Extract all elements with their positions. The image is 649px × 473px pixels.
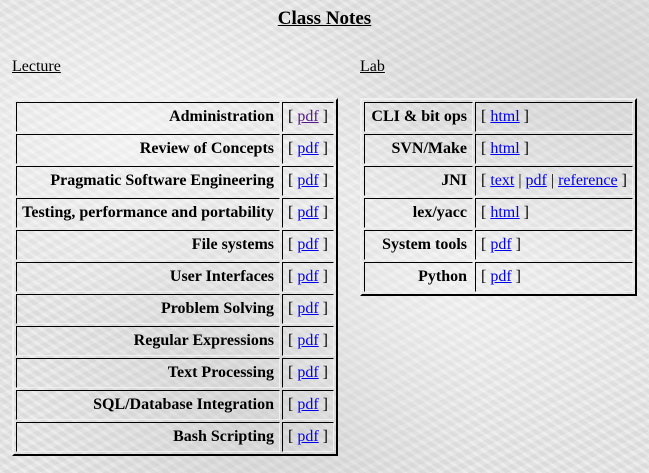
lab-topic-label: CLI & bit ops: [364, 102, 473, 132]
lecture-links-cell: [ pdf ]: [282, 230, 334, 260]
lab-topic-label: Python: [364, 262, 473, 292]
lab-links-cell: [ html ]: [475, 198, 633, 228]
lab-links-cell: [ pdf ]: [475, 230, 633, 260]
lab-row-cli-bit-ops: CLI & bit ops[ html ]: [364, 102, 633, 132]
lecture-row-review-of-concepts: Review of Concepts[ pdf ]: [16, 134, 334, 164]
pdf-link[interactable]: pdf: [297, 428, 318, 445]
lecture-topic-label: File systems: [16, 230, 280, 260]
lecture-row-bash-scripting: Bash Scripting[ pdf ]: [16, 422, 334, 452]
lecture-links-cell: [ pdf ]: [282, 102, 334, 132]
lecture-topic-label: Text Processing: [16, 358, 280, 388]
lecture-links-cell: [ pdf ]: [282, 390, 334, 420]
lecture-topic-label: Bash Scripting: [16, 422, 280, 452]
html-link[interactable]: html: [490, 204, 519, 221]
lecture-row-sql-database-integration: SQL/Database Integration[ pdf ]: [16, 390, 334, 420]
lecture-row-regular-expressions: Regular Expressions[ pdf ]: [16, 326, 334, 356]
lecture-row-pragmatic-software-engineering: Pragmatic Software Engineering[ pdf ]: [16, 166, 334, 196]
pdf-link[interactable]: pdf: [297, 332, 318, 349]
pdf-link[interactable]: pdf: [490, 236, 511, 253]
lab-topic-label: lex/yacc: [364, 198, 473, 228]
lecture-links-cell: [ pdf ]: [282, 422, 334, 452]
page-title: Class Notes: [277, 8, 372, 29]
lecture-topic-label: SQL/Database Integration: [16, 390, 280, 420]
lecture-links-cell: [ pdf ]: [282, 358, 334, 388]
lecture-row-file-systems: File systems[ pdf ]: [16, 230, 334, 260]
lecture-topic-label: Administration: [16, 102, 280, 132]
lecture-links-cell: [ pdf ]: [282, 166, 334, 196]
lecture-row-testing-performance-and-portability: Testing, performance and portability[ pd…: [16, 198, 334, 228]
pdf-link[interactable]: pdf: [297, 172, 318, 189]
lecture-links-cell: [ pdf ]: [282, 134, 334, 164]
html-link[interactable]: html: [490, 108, 519, 125]
reference-link[interactable]: reference: [558, 172, 618, 189]
pdf-link[interactable]: pdf: [297, 236, 318, 253]
lecture-topic-label: Regular Expressions: [16, 326, 280, 356]
lab-row-lex-yacc: lex/yacc[ html ]: [364, 198, 633, 228]
lecture-row-text-processing: Text Processing[ pdf ]: [16, 358, 334, 388]
pdf-link[interactable]: pdf: [297, 364, 318, 381]
lecture-row-user-interfaces: User Interfaces[ pdf ]: [16, 262, 334, 292]
lecture-topic-label: Testing, performance and portability: [16, 198, 280, 228]
lecture-links-cell: [ pdf ]: [282, 294, 334, 324]
lecture-table: Administration[ pdf ] Review of Concepts[…: [12, 98, 338, 456]
lecture-heading-link[interactable]: Lecture: [12, 58, 61, 76]
lab-links-cell: [ pdf ]: [475, 262, 633, 292]
text-link[interactable]: text: [490, 172, 514, 189]
lecture-links-cell: [ pdf ]: [282, 198, 334, 228]
lab-row-system-tools: System tools[ pdf ]: [364, 230, 633, 260]
html-link[interactable]: html: [490, 140, 519, 157]
lecture-links-cell: [ pdf ]: [282, 326, 334, 356]
lecture-topic-label: Review of Concepts: [16, 134, 280, 164]
pdf-link[interactable]: pdf: [297, 108, 318, 125]
pdf-link[interactable]: pdf: [490, 268, 511, 285]
lab-heading-link[interactable]: Lab: [360, 58, 385, 76]
lecture-row-problem-solving: Problem Solving[ pdf ]: [16, 294, 334, 324]
lecture-topic-label: Problem Solving: [16, 294, 280, 324]
pdf-link[interactable]: pdf: [297, 204, 318, 221]
lecture-links-cell: [ pdf ]: [282, 262, 334, 292]
lab-links-cell: [ html ]: [475, 134, 633, 164]
lab-table: CLI & bit ops[ html ] SVN/Make[ html ] JNI…: [360, 98, 637, 296]
pdf-link[interactable]: pdf: [526, 172, 547, 189]
pdf-link[interactable]: pdf: [297, 396, 318, 413]
lab-row-python: Python[ pdf ]: [364, 262, 633, 292]
lab-row-jni: JNI[ text | pdf | reference ]: [364, 166, 633, 196]
pdf-link[interactable]: pdf: [297, 300, 318, 317]
pdf-link[interactable]: pdf: [297, 268, 318, 285]
lab-topic-label: SVN/Make: [364, 134, 473, 164]
lab-table-body: CLI & bit ops[ html ] SVN/Make[ html ] JNI…: [364, 102, 633, 292]
lecture-topic-label: Pragmatic Software Engineering: [16, 166, 280, 196]
lecture-table-body: Administration[ pdf ] Review of Concepts[…: [16, 102, 334, 452]
lab-links-cell: [ html ]: [475, 102, 633, 132]
lecture-row-administration: Administration[ pdf ]: [16, 102, 334, 132]
lab-row-svn-make: SVN/Make[ html ]: [364, 134, 633, 164]
lab-topic-label: System tools: [364, 230, 473, 260]
lab-links-cell: [ text | pdf | reference ]: [475, 166, 633, 196]
pdf-link[interactable]: pdf: [297, 140, 318, 157]
lab-topic-label: JNI: [364, 166, 473, 196]
lecture-topic-label: User Interfaces: [16, 262, 280, 292]
